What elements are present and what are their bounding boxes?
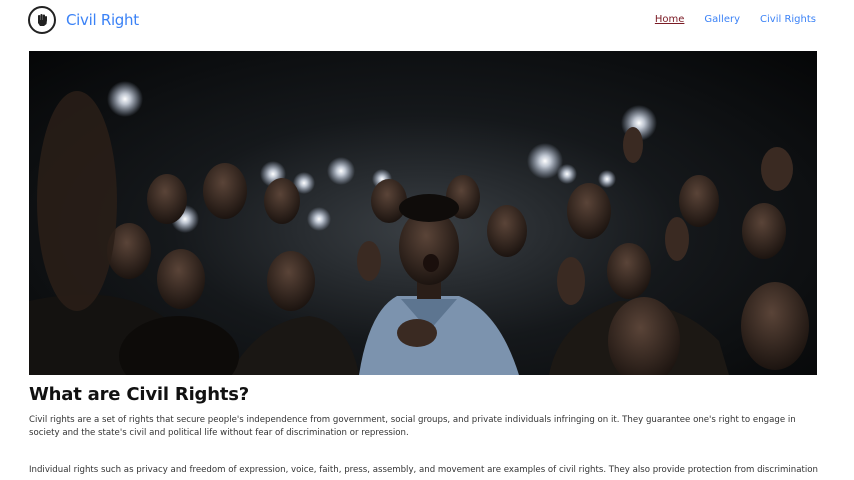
- raised-fist-icon: [28, 6, 56, 34]
- hero-image: [29, 51, 817, 375]
- nav-link-gallery[interactable]: Gallery: [704, 14, 740, 25]
- page-heading: What are Civil Rights?: [29, 384, 249, 405]
- nav-link-civil-rights[interactable]: Civil Rights: [760, 14, 816, 25]
- examples-paragraph: Individual rights such as privacy and fr…: [29, 465, 818, 475]
- nav-link-home[interactable]: Home: [655, 14, 685, 25]
- brand-link[interactable]: Civil Right: [28, 6, 139, 34]
- intro-paragraph: Civil rights are a set of rights that se…: [29, 415, 796, 438]
- main-content: What are Civil Rights? Civil rights are …: [29, 384, 819, 477]
- main-nav: Home Gallery Civil Rights: [655, 14, 816, 25]
- navbar: Civil Right Home Gallery Civil Rights: [0, 0, 854, 44]
- brand-title: Civil Right: [66, 11, 139, 29]
